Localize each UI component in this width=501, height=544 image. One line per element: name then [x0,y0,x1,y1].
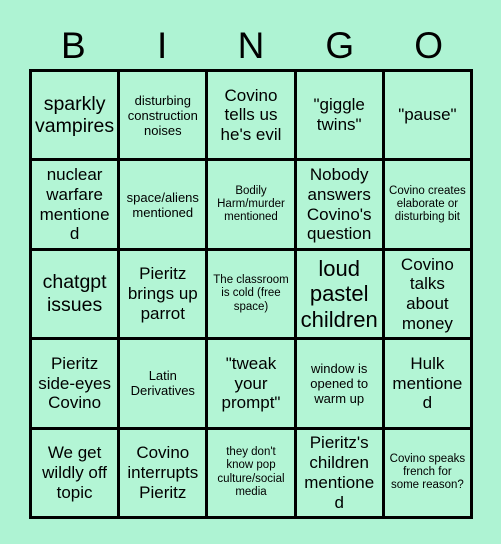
bingo-cell[interactable]: Covino tells us he's evil [208,72,294,159]
bingo-cell[interactable]: disturbing construction noises [120,72,206,159]
bingo-cell[interactable]: Pieritz brings up parrot [120,250,206,338]
bingo-cell-label: Pieritz's children mentioned [304,433,375,512]
bingo-cell-label: they don't know pop culture/social media [217,446,285,499]
bingo-header-letter-i: I [157,25,168,66]
bingo-cell[interactable]: Covino interrupts Pieritz [120,429,206,516]
bingo-cell[interactable]: window is opened to warm up [296,340,382,427]
bingo-cell[interactable]: Hulk mentioned [384,340,470,427]
bingo-card: B I N G O sparkly vampires disturbing co… [0,0,501,544]
bingo-cell-label: disturbing construction noises [127,92,198,138]
bingo-cell-label: Latin Derivatives [130,368,195,399]
bingo-cell-label: space/aliens mentioned [126,189,199,220]
bingo-cell[interactable]: "giggle twins" [296,72,382,159]
bingo-cell[interactable]: Covino creates elaborate or disturbing b… [384,161,470,248]
bingo-cell-label: We get wildly off topic [42,443,108,502]
bingo-cell-label: sparkly vampires [35,92,115,138]
bingo-cell-label: Covino interrupts Pieritz [127,443,199,502]
bingo-cell-label: "giggle twins" [313,95,365,135]
bingo-header-letter-b: B [61,25,86,66]
bingo-cell[interactable]: loud pastel children [296,250,382,338]
bingo-cell-label: window is opened to warm up [310,360,369,406]
bingo-cell-label: Pieritz side-eyes Covino [38,353,111,413]
bingo-cell-label: Covino talks about money [400,254,454,333]
bingo-cell-label: Bodily Harm/murder mentioned [217,184,285,224]
bingo-cell-label: Nobody answers Covino's question [306,165,372,244]
bingo-cell[interactable]: "pause" [384,72,470,159]
bingo-cell[interactable]: Nobody answers Covino's question [296,161,382,248]
bingo-cell-label: nuclear warfare mentioned [39,165,110,244]
bingo-cell[interactable]: they don't know pop culture/social media [208,429,294,516]
bingo-cell-label: loud pastel children [300,255,378,332]
bingo-cell-label: "pause" [398,105,457,125]
bingo-header-letter-n: N [237,25,265,66]
bingo-cell[interactable]: Covino talks about money [384,250,470,338]
bingo-cell[interactable]: chatgpt issues [32,250,118,338]
bingo-cell-label: Covino speaks french for some reason? [389,452,466,492]
bingo-cell[interactable]: space/aliens mentioned [120,161,206,248]
bingo-cell-label: Covino creates elaborate or disturbing b… [389,184,466,224]
bingo-cell[interactable]: "tweak your prompt" [208,340,294,427]
bingo-cell[interactable]: Pieritz side-eyes Covino [32,340,118,427]
bingo-cell[interactable]: Covino speaks french for some reason? [384,429,470,516]
bingo-header: B I N G O [29,22,473,69]
bingo-grid: sparkly vampires disturbing construction… [29,69,473,519]
bingo-cell[interactable]: We get wildly off topic [32,429,118,516]
bingo-cell[interactable]: Pieritz's children mentioned [296,429,382,516]
bingo-cell-label: "tweak your prompt" [221,353,281,413]
bingo-header-letter-o: O [414,25,443,66]
bingo-cell[interactable]: nuclear warfare mentioned [32,161,118,248]
bingo-cell-free-space[interactable]: The classroom is cold (free space) [208,250,294,338]
bingo-cell-label: The classroom is cold (free space) [213,274,289,313]
bingo-cell-label: Pieritz brings up parrot [127,264,198,323]
bingo-cell-label: Covino tells us he's evil [220,85,282,145]
bingo-cell-label: Hulk mentioned [392,353,463,413]
bingo-cell[interactable]: Bodily Harm/murder mentioned [208,161,294,248]
bingo-cell[interactable]: sparkly vampires [32,72,118,159]
bingo-header-letter-g: G [325,25,355,66]
bingo-cell-label: chatgpt issues [42,271,107,316]
bingo-cell[interactable]: Latin Derivatives [120,340,206,427]
